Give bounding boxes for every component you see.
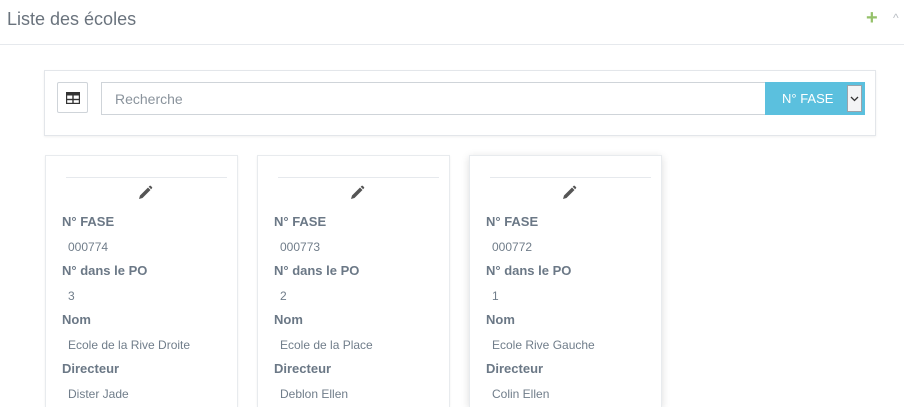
page-title: Liste des écoles — [7, 9, 137, 29]
card-divider — [490, 177, 651, 178]
table-view-button[interactable] — [57, 82, 88, 113]
nom-value: Ecole de la Place — [280, 338, 373, 352]
search-field-select[interactable]: N° FASE — [765, 82, 865, 115]
directeur-label: Directeur — [274, 361, 332, 376]
pencil-icon[interactable] — [137, 185, 153, 201]
directeur-value: Colin Ellen — [492, 387, 550, 401]
plus-icon[interactable]: + — [866, 8, 878, 28]
pencil-icon[interactable] — [561, 185, 577, 201]
pencil-icon[interactable] — [349, 185, 365, 201]
school-card: N° FASE 000772 N° dans le PO 1 Nom Ecole… — [469, 155, 662, 407]
directeur-label: Directeur — [62, 361, 120, 376]
po-value: 3 — [68, 289, 75, 303]
po-label: N° dans le PO — [486, 263, 572, 278]
nom-label: Nom — [274, 312, 303, 327]
directeur-label: Directeur — [486, 361, 544, 376]
card-divider — [66, 177, 227, 178]
chevron-up-icon[interactable]: ^ — [893, 11, 899, 25]
directeur-value: Dister Jade — [68, 387, 129, 401]
card-divider — [278, 177, 439, 178]
nom-value: Ecole Rive Gauche — [492, 338, 595, 352]
po-value: 1 — [492, 289, 499, 303]
nom-label: Nom — [486, 312, 515, 327]
school-card: N° FASE 000774 N° dans le PO 3 Nom Ecole… — [45, 155, 238, 407]
fase-value: 000773 — [280, 240, 321, 254]
nom-label: Nom — [62, 312, 91, 327]
table-icon — [65, 91, 80, 104]
fase-label: N° FASE — [486, 214, 539, 229]
fase-value: 000772 — [492, 240, 533, 254]
search-input[interactable] — [101, 82, 765, 115]
school-card: N° FASE 000773 N° dans le PO 2 Nom Ecole… — [257, 155, 450, 407]
fase-label: N° FASE — [274, 214, 327, 229]
chevron-down-icon[interactable] — [847, 85, 862, 112]
po-label: N° dans le PO — [274, 263, 360, 278]
po-label: N° dans le PO — [62, 263, 148, 278]
directeur-value: Deblon Ellen — [280, 387, 349, 401]
nom-value: Ecole de la Rive Droite — [68, 338, 191, 352]
search-field-selected: N° FASE — [782, 91, 834, 106]
po-value: 2 — [280, 289, 287, 303]
search-panel: N° FASE — [44, 70, 876, 136]
fase-value: 000774 — [68, 240, 109, 254]
fase-label: N° FASE — [62, 214, 115, 229]
panel-header: Liste des écoles + ^ — [0, 0, 904, 45]
